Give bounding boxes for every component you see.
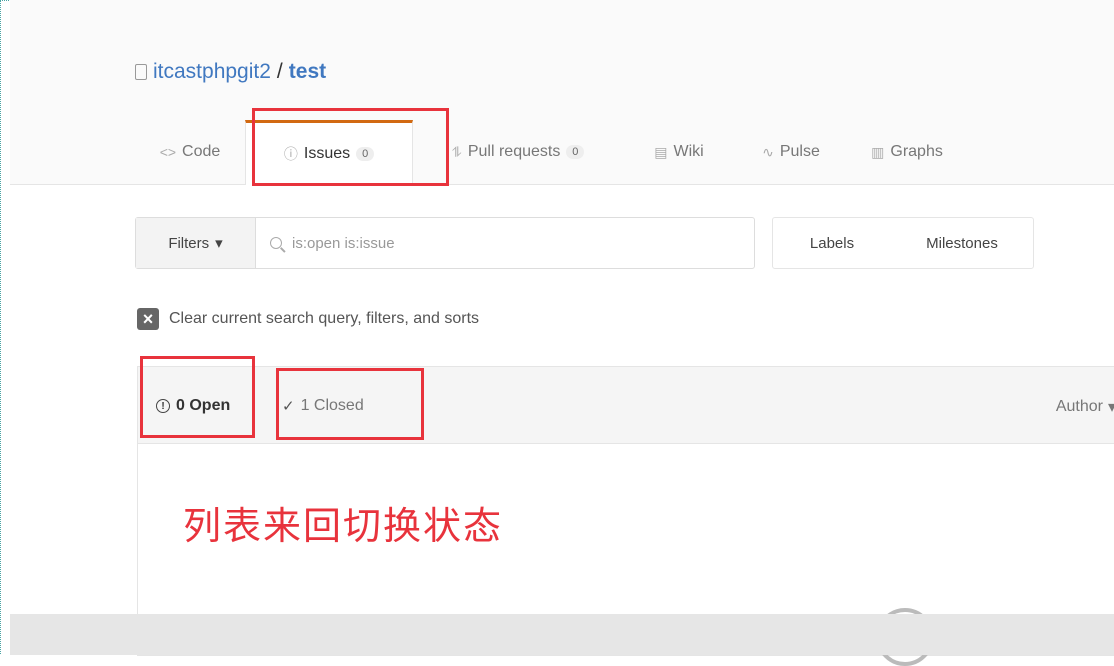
search-icon (270, 237, 282, 249)
filters-label: Filters (168, 234, 210, 252)
author-label: Author (1055, 398, 1103, 415)
labels-button[interactable]: Labels (773, 218, 891, 268)
bottom-bar (10, 614, 1114, 655)
tab-label: Pulse (779, 143, 820, 160)
tab-label: Wiki (673, 143, 704, 160)
repo-title: itcastphpgit2 / test (135, 60, 326, 84)
pulse-icon: ∿ (762, 143, 774, 160)
tab-label: Pull requests (467, 143, 561, 160)
search-wrapper (256, 218, 754, 268)
tab-label: Graphs (890, 143, 943, 160)
clear-filters-text: Clear current search query, filters, and… (169, 310, 480, 327)
caret-down-icon: ▾ (1107, 399, 1114, 416)
repo-owner-link[interactable]: itcastphpgit2 (153, 60, 271, 84)
tab-label: Code (182, 143, 221, 160)
tab-pulse[interactable]: ∿ Pulse (735, 120, 847, 184)
graph-icon: ▥ (871, 143, 885, 160)
tab-wiki[interactable]: ▤ Wiki (623, 120, 735, 184)
labels-milestones-group: Labels Milestones (772, 217, 1034, 269)
highlight-box-issues-tab (252, 108, 449, 186)
author-filter-dropdown[interactable]: Author ▾ (1056, 397, 1114, 417)
highlight-box-open-toggle (140, 356, 255, 438)
repo-name-link[interactable]: test (289, 60, 326, 84)
book-icon: ▤ (654, 143, 668, 160)
tab-code[interactable]: <> Code (135, 120, 245, 184)
close-icon: × (137, 308, 159, 330)
issue-filter-bar: Filters ▾ (135, 217, 755, 269)
pull-request-icon: ⥮ (451, 143, 462, 160)
tab-graphs[interactable]: ▥ Graphs (847, 120, 967, 184)
caret-down-icon: ▾ (215, 235, 223, 252)
code-icon: <> (159, 144, 177, 160)
pull-requests-count-badge: 0 (566, 145, 585, 159)
filters-dropdown-button[interactable]: Filters ▾ (136, 218, 256, 268)
annotation-text: 列表来回切换状态 (183, 504, 504, 548)
repo-icon (135, 64, 147, 80)
clear-filters-link[interactable]: × Clear current search query, filters, a… (137, 308, 479, 330)
search-input[interactable] (290, 233, 734, 253)
repo-separator: / (276, 60, 283, 83)
highlight-box-closed-toggle (276, 368, 424, 440)
milestones-button[interactable]: Milestones (891, 218, 1033, 268)
